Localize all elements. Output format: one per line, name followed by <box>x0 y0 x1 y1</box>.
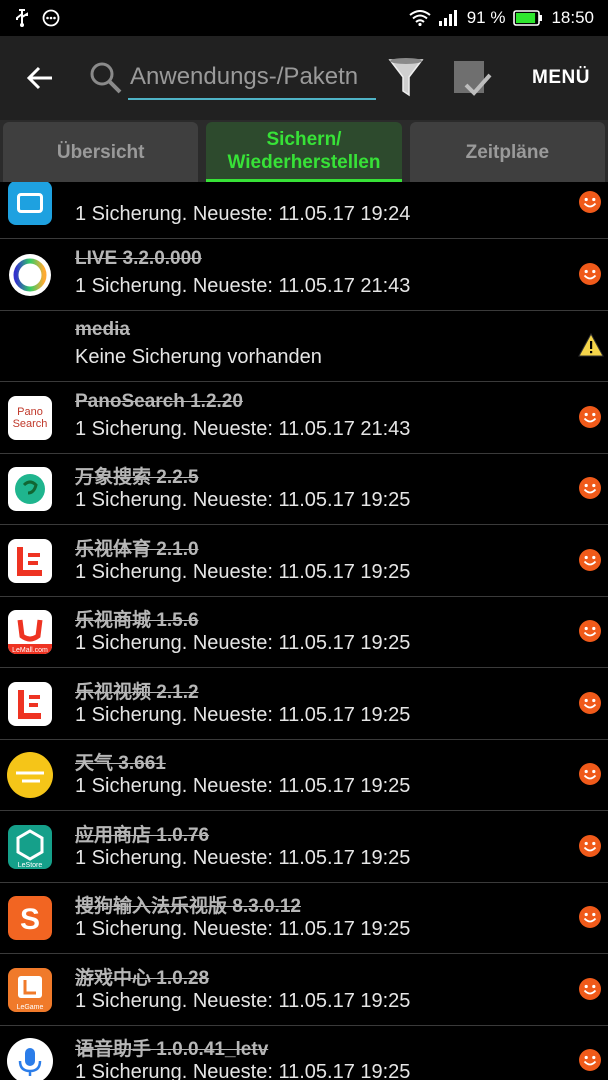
smiley-status-icon <box>578 762 602 786</box>
app-name: media <box>75 319 130 340</box>
tab-label: Sichern/Wiederherstellen <box>227 128 381 173</box>
smiley-status-icon <box>578 977 602 1001</box>
svg-text:S: S <box>20 903 40 936</box>
arrow-left-icon <box>26 66 52 90</box>
app-name: 天气 3.661 <box>75 753 166 774</box>
sogou-icon: S <box>8 896 52 940</box>
smiley-status-icon <box>578 548 602 572</box>
smiley-status-icon <box>578 691 602 715</box>
signal-icon <box>438 10 459 26</box>
app-name: 乐视体育 2.1.0 <box>75 538 199 560</box>
status-bar: 91 % 18:50 <box>0 0 608 36</box>
backup-info: 1 Sicherung. Neueste: 11.05.17 19:24 <box>75 203 411 225</box>
smiley-status-icon <box>578 905 602 929</box>
app-list-item[interactable]: 1 Sicherung. Neueste: 11.05.17 19:24 <box>0 182 608 239</box>
backup-info: 1 Sicherung. Neueste: 11.05.17 21:43 <box>75 274 411 297</box>
backup-info: 1 Sicherung. Neueste: 11.05.17 19:25 <box>75 703 411 726</box>
svg-text:LeMall.com: LeMall.com <box>12 647 48 654</box>
lestore-icon: LeStore <box>8 824 52 869</box>
app-list-item[interactable]: 乐视视频 2.1.2 1 Sicherung. Neueste: 11.05.17… <box>0 669 608 740</box>
wifi-icon <box>409 10 431 26</box>
svg-text:LeStore: LeStore <box>18 862 43 869</box>
backup-info: 1 Sicherung. Neueste: 11.05.17 19:25 <box>75 632 411 654</box>
backup-info: 1 Sicherung. Neueste: 11.05.17 19:25 <box>75 918 411 940</box>
app-name: LIVE 3.2.0.000 <box>75 247 202 269</box>
menu-button[interactable]: MENÜ <box>532 67 608 89</box>
backup-info: 1 Sicherung. Neueste: 11.05.17 19:25 <box>75 560 411 583</box>
app-list-item[interactable]: 乐视体育 2.1.0 1 Sicherung. Neueste: 11.05.17… <box>0 526 608 597</box>
app-list-item[interactable]: LeStore 应用商店 1.0.76 1 Sicherung. Neueste: … <box>0 812 608 883</box>
usb-icon <box>14 9 30 27</box>
app-name: PanoSearch 1.2.20 <box>75 390 243 412</box>
backup-info: 1 Sicherung. Neueste: 11.05.17 19:25 <box>75 989 411 1012</box>
legame-icon: LeGame <box>8 967 52 1012</box>
app-name: 乐视视频 2.1.2 <box>75 681 199 703</box>
backup-info: Keine Sicherung vorhanden <box>75 346 322 368</box>
smiley-status-icon <box>578 619 602 643</box>
app-list-item[interactable]: Pano Search PanoSearch 1.2.20 1 Sicherung.… <box>0 383 608 454</box>
wanxiang-icon <box>8 467 52 511</box>
search-icon <box>88 60 124 101</box>
app-list-item[interactable]: media Keine Sicherung vorhanden <box>0 311 608 382</box>
backup-info: 1 Sicherung. Neueste: 11.05.17 21:43 <box>75 417 411 440</box>
chat-icon <box>42 9 60 27</box>
search-container <box>80 36 380 120</box>
tab-label: Übersicht <box>56 141 145 163</box>
action-bar: MENÜ <box>0 36 608 120</box>
filter-button[interactable] <box>380 36 432 120</box>
letv-sports-icon <box>8 538 52 583</box>
app-list-item[interactable]: LeMall.com 乐视商城 1.5.6 1 Sicherung. Neueste… <box>0 597 608 668</box>
app-name: 乐视商城 1.5.6 <box>75 610 199 631</box>
app-list-item[interactable]: LeGame 游戏中心 1.0.28 1 Sicherung. Neueste: 1… <box>0 955 608 1026</box>
batch-select-button[interactable] <box>432 36 512 120</box>
tab-schedules[interactable]: Zeitpläne <box>409 122 605 182</box>
lemall-icon: LeMall.com <box>8 610 52 654</box>
checkbox-icon <box>454 61 492 96</box>
app-name: 万象搜索 2.2.5 <box>75 467 199 488</box>
smiley-status-icon <box>578 1048 602 1072</box>
tab-overview[interactable]: Übersicht <box>3 122 199 182</box>
letv-blue-icon <box>8 182 52 225</box>
smiley-status-icon <box>578 834 602 858</box>
smiley-status-icon <box>578 190 602 214</box>
panosearch-icon: Pano Search <box>8 395 52 440</box>
smiley-status-icon <box>578 262 602 286</box>
tab-label: Zeitpläne <box>465 141 550 163</box>
smiley-status-icon <box>578 405 602 429</box>
svg-text:LeGame: LeGame <box>17 1004 44 1011</box>
tab-bar: Übersicht Sichern/Wiederherstellen Zeitp… <box>0 120 608 182</box>
warning-icon <box>578 332 604 357</box>
app-name: 语音助手 1.0.0.41_letv <box>75 1039 269 1060</box>
letv-video-icon <box>8 681 52 726</box>
battery-icon <box>513 10 543 26</box>
app-list[interactable]: 1 Sicherung. Neueste: 11.05.17 19:24 LIVE… <box>0 182 608 1080</box>
app-name: 游戏中心 1.0.28 <box>75 967 210 989</box>
back-button[interactable] <box>0 36 80 120</box>
app-list-item[interactable]: 语音助手 1.0.0.41_letv 1 Sicherung. Neueste: … <box>0 1026 608 1080</box>
app-list-item[interactable]: LIVE 3.2.0.000 1 Sicherung. Neueste: 11.0… <box>0 240 608 311</box>
backup-info: 1 Sicherung. Neueste: 11.05.17 19:25 <box>75 1061 411 1080</box>
live-ring-icon <box>6 251 54 299</box>
backup-info: 1 Sicherung. Neueste: 11.05.17 19:25 <box>75 775 411 797</box>
smiley-status-icon <box>578 476 602 500</box>
tab-backup-restore[interactable]: Sichern/Wiederherstellen <box>206 122 402 182</box>
app-list-item[interactable]: 天气 3.661 1 Sicherung. Neueste: 11.05.17 1… <box>0 740 608 811</box>
app-list-item[interactable]: 万象搜索 2.2.5 1 Sicherung. Neueste: 11.05.17… <box>0 454 608 525</box>
backup-info: 1 Sicherung. Neueste: 11.05.17 19:25 <box>75 489 411 511</box>
app-name: 搜狗输入法乐视版 8.3.0.12 <box>75 896 301 917</box>
voice-assistant-icon <box>6 1037 54 1080</box>
funnel-icon <box>388 58 424 97</box>
clock: 18:50 <box>551 8 594 27</box>
battery-percent: 91 % <box>466 8 506 27</box>
weather-icon <box>6 751 54 799</box>
search-input[interactable] <box>128 56 376 100</box>
app-list-item[interactable]: S 搜狗输入法乐视版 8.3.0.12 1 Sicherung. Neueste: … <box>0 883 608 954</box>
backup-info: 1 Sicherung. Neueste: 11.05.17 19:25 <box>75 846 411 869</box>
app-name: 应用商店 1.0.76 <box>75 824 210 846</box>
